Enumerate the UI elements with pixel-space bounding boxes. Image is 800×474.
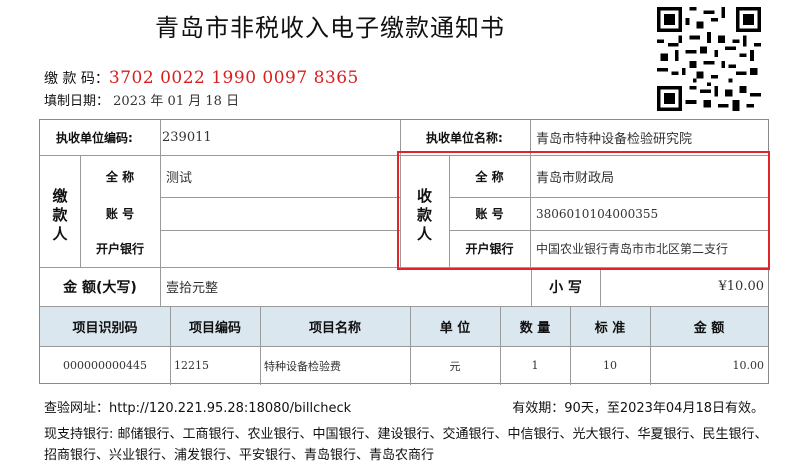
item-name: 特种设备检验费 xyxy=(264,359,341,373)
collector-code-label: 执收单位编码: xyxy=(56,131,133,145)
payer-section-label: 缴 款 人 xyxy=(52,186,68,243)
payer-full-name-label: 全 称 xyxy=(105,169,135,184)
fill-date-day-unit: 日 xyxy=(226,94,240,109)
items-header-id-code: 项目识别码 xyxy=(72,320,138,336)
item-id-code: 000000000445 xyxy=(63,359,147,372)
collector-name-value: 青岛市特种设备检验研究院 xyxy=(536,132,693,147)
supported-banks: 现支持银行: 邮储银行、工商银行、农业银行、中国银行、建设银行、交通银行、中信银… xyxy=(44,427,768,463)
items-header-quantity: 数 量 xyxy=(519,320,551,336)
qr-code-icon xyxy=(657,7,761,111)
item-quantity: 1 xyxy=(531,359,539,372)
fill-date: 填制日期： 2023 年 01 月 18 日 xyxy=(44,90,239,109)
items-header-standard: 标 准 xyxy=(594,320,626,336)
amount-lower-label: 小 写 xyxy=(549,279,582,296)
fill-date-year: 2023 xyxy=(113,94,147,109)
document-title: 青岛市非税收入电子缴款通知书 xyxy=(155,14,505,42)
items-header-item-name: 项目名称 xyxy=(308,320,361,336)
payer-full-name-value: 测试 xyxy=(166,170,193,186)
payment-code-value: 3702 0022 1990 0097 8365 xyxy=(108,68,359,88)
items-header-item-code: 项目编码 xyxy=(188,320,241,336)
payer-account-label: 账 号 xyxy=(105,207,135,221)
item-amount: 10.00 xyxy=(732,359,765,372)
payee-highlight-box xyxy=(397,151,770,270)
validity-note: 有效期：90天，至2023年04月18日有效。 xyxy=(512,401,764,416)
item-code: 12215 xyxy=(174,359,209,372)
payer-bank-label: 开户银行 xyxy=(95,242,144,256)
items-header-amount: 金 额 xyxy=(693,320,725,336)
items-header-unit: 单 位 xyxy=(439,320,471,336)
fill-date-day: 18 xyxy=(205,94,222,109)
collector-name-label: 执收单位名称: xyxy=(426,131,503,145)
payment-code-label: 缴 款 码： xyxy=(44,71,109,87)
verify-url: 查验网址：http://120.221.95.28:18080/billchec… xyxy=(44,401,352,416)
payment-code: 缴 款 码：3702 0022 1990 0097 8365 xyxy=(44,68,359,88)
item-unit: 元 xyxy=(449,359,461,373)
fill-date-month-unit: 月 xyxy=(188,94,202,109)
amount-upper-value: 壹拾元整 xyxy=(166,281,219,296)
item-standard: 10 xyxy=(603,359,617,372)
amount-upper-label: 金 额(大写) xyxy=(63,279,137,296)
fill-date-month: 01 xyxy=(167,94,185,109)
fill-date-year-unit: 年 xyxy=(150,94,164,109)
amount-lower-value: ¥10.00 xyxy=(718,279,765,294)
collector-code-value: 239011 xyxy=(162,130,212,145)
fill-date-label: 填制日期： xyxy=(44,94,110,109)
